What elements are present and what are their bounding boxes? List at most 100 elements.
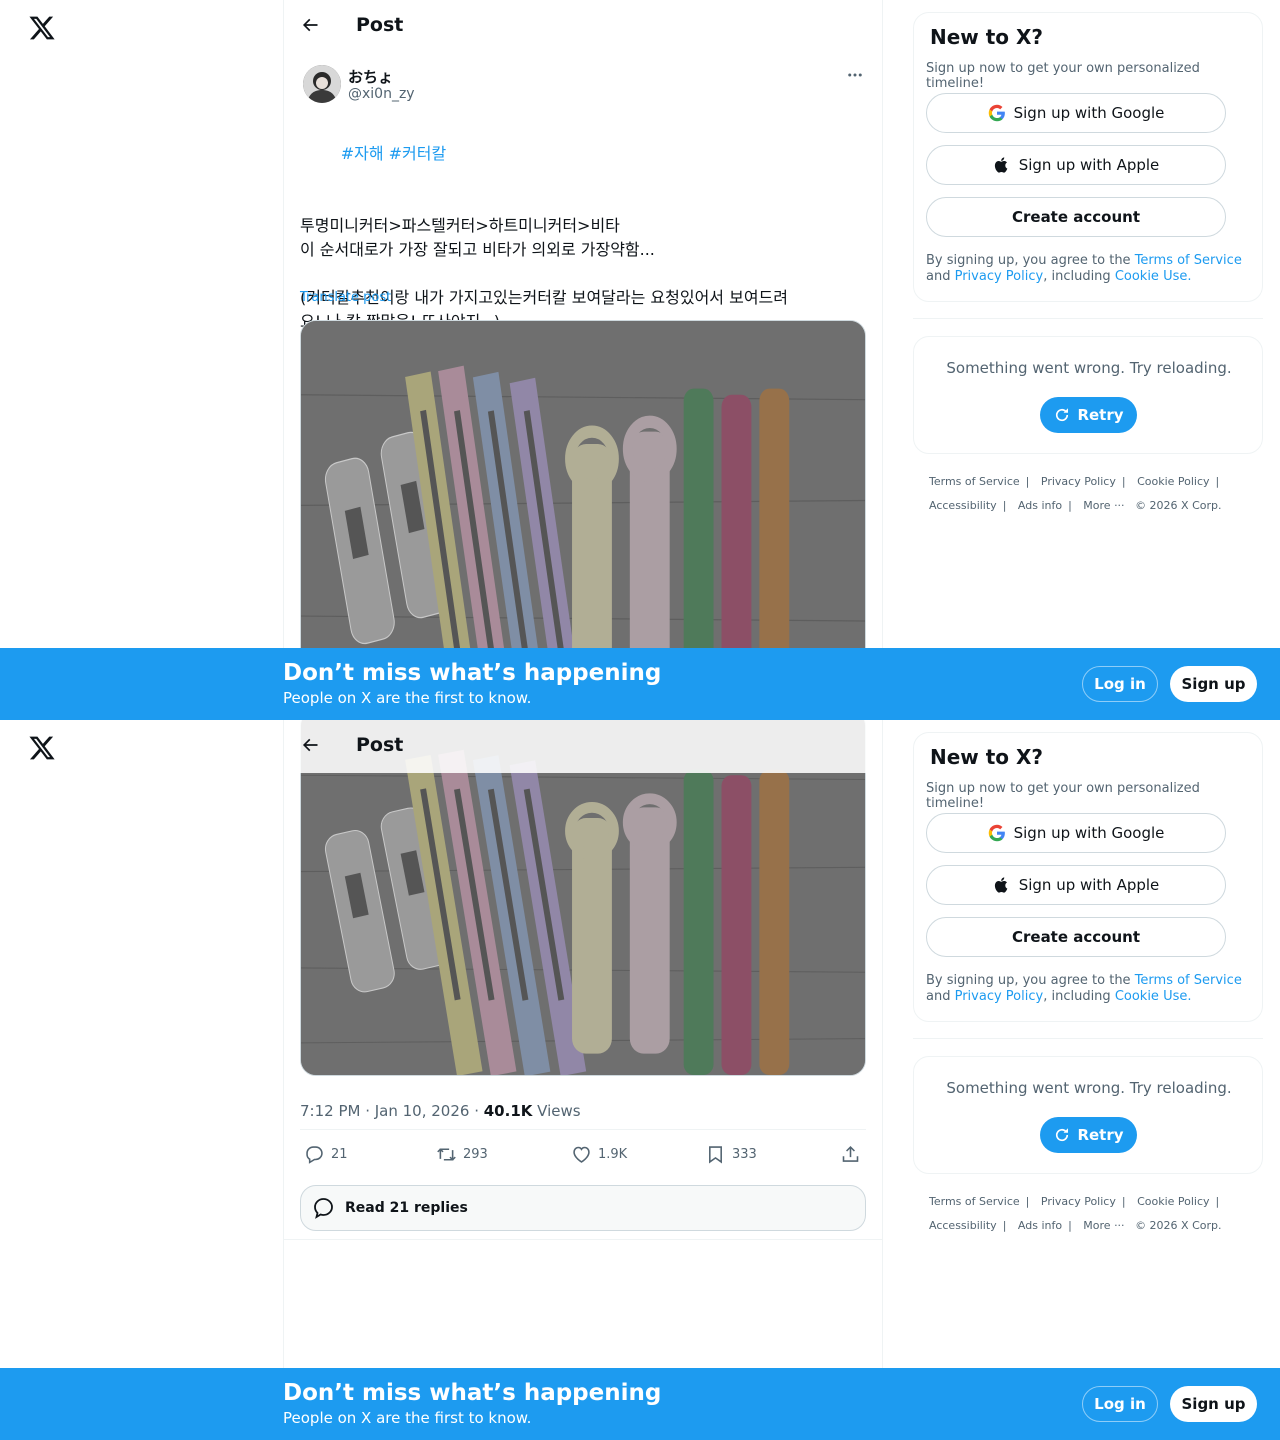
create-account-button[interactable]: Create account xyxy=(926,197,1226,237)
share-icon xyxy=(842,1145,859,1162)
error-card: Something went wrong. Try reloading. Ret… xyxy=(913,1056,1263,1174)
error-message: Something went wrong. Try reloading. xyxy=(946,1079,1232,1097)
bookmark-count: 333 xyxy=(732,1146,757,1162)
footer-privacy[interactable]: Privacy Policy xyxy=(1041,1195,1116,1208)
primary-column: Post 7:12 PM · Jan 10, 2026 · 40.1K View… xyxy=(283,720,883,1440)
bookmark-button[interactable]: 333 xyxy=(705,1140,757,1168)
banner-subtitle: People on X are the first to know. xyxy=(283,689,532,707)
footer-nav: Terms of Service | Privacy Policy | Cookie… xyxy=(929,1195,1222,1232)
legal-and: and xyxy=(926,989,955,1004)
back-arrow-icon[interactable] xyxy=(300,15,322,37)
footer-more[interactable]: More ··· xyxy=(1083,1219,1124,1232)
divider xyxy=(300,1129,866,1130)
apple-icon xyxy=(994,157,1008,173)
x-logo-icon[interactable] xyxy=(28,14,56,42)
login-button[interactable]: Log in xyxy=(1082,1386,1158,1422)
repost-count: 293 xyxy=(463,1146,488,1162)
author-handle[interactable]: @xi0n_zy xyxy=(348,86,415,102)
page-title: Post xyxy=(356,14,404,36)
reply-button[interactable]: 21 xyxy=(304,1140,348,1168)
viewport-bottom: Post 7:12 PM · Jan 10, 2026 · 40.1K View… xyxy=(0,720,1280,1440)
x-logo-icon[interactable] xyxy=(28,734,56,762)
footer-more[interactable]: More ··· xyxy=(1083,499,1124,512)
signup-apple-button[interactable]: Sign up with Apple xyxy=(926,145,1226,185)
terms-link[interactable]: Terms of Service xyxy=(1135,973,1242,988)
footer-accessibility[interactable]: Accessibility xyxy=(929,1219,997,1232)
terms-link[interactable]: Terms of Service xyxy=(1135,253,1242,268)
google-icon xyxy=(988,104,1005,122)
divider xyxy=(284,1239,882,1240)
privacy-link[interactable]: Privacy Policy xyxy=(955,989,1044,1004)
retry-button[interactable]: Retry xyxy=(1040,397,1137,433)
footer-terms[interactable]: Terms of Service xyxy=(929,475,1020,488)
retry-icon xyxy=(1056,1128,1069,1142)
login-button[interactable]: Log in xyxy=(1082,666,1158,702)
hashtag-link[interactable]: #자해 xyxy=(341,144,384,163)
legal-including: , including xyxy=(1043,989,1115,1004)
like-button[interactable]: 1.9K xyxy=(571,1140,627,1168)
new-to-x-subtitle: Sign up now to get your own personalized… xyxy=(926,781,1200,811)
post-meta: 7:12 PM · Jan 10, 2026 · 40.1K Views xyxy=(300,1102,581,1120)
footer-copyright: © 2026 X Corp. xyxy=(1135,1219,1222,1232)
post-line: 투명미니커터>파스텔커터>하트미니커터>비타 xyxy=(300,216,620,235)
banner-title: Don’t miss what’s happening xyxy=(283,1380,662,1406)
cookie-link[interactable]: Cookie Use. xyxy=(1115,989,1192,1004)
back-arrow-icon[interactable] xyxy=(300,735,322,757)
read-replies-label: Read 21 replies xyxy=(345,1200,468,1216)
views-count: 40.1K xyxy=(483,1102,533,1120)
footer-accessibility[interactable]: Accessibility xyxy=(929,499,997,512)
reply-count: 21 xyxy=(331,1146,348,1162)
signup-button[interactable]: Sign up xyxy=(1170,1386,1257,1422)
create-account-button[interactable]: Create account xyxy=(926,917,1226,957)
signup-apple-button[interactable]: Sign up with Apple xyxy=(926,865,1226,905)
post-timestamp[interactable]: 7:12 PM · Jan 10, 2026 · xyxy=(300,1102,484,1120)
post-header: Post xyxy=(284,0,882,53)
footer-privacy[interactable]: Privacy Policy xyxy=(1041,475,1116,488)
privacy-link[interactable]: Privacy Policy xyxy=(955,269,1044,284)
legal-and: and xyxy=(926,269,955,284)
post-line: 이 순서대로가 가장 잘되고 비타가 의외로 가장약함... xyxy=(300,240,655,259)
post-author: おちょ @xi0n_zy xyxy=(300,64,866,108)
cookie-link[interactable]: Cookie Use. xyxy=(1115,269,1192,284)
error-card: Something went wrong. Try reloading. Ret… xyxy=(913,336,1263,454)
new-to-x-card: New to X? Sign up now to get your own pe… xyxy=(913,732,1263,1022)
sidebar: New to X? Sign up now to get your own pe… xyxy=(913,0,1263,720)
retry-button[interactable]: Retry xyxy=(1040,1117,1137,1153)
footer-cookie[interactable]: Cookie Policy xyxy=(1137,1195,1209,1208)
signup-apple-label: Sign up with Apple xyxy=(1018,876,1160,894)
share-button[interactable] xyxy=(840,1140,861,1168)
legal-prefix: By signing up, you agree to the xyxy=(926,973,1135,988)
legal-text: By signing up, you agree to the Terms of… xyxy=(926,253,1252,285)
hashtag-link[interactable]: #커터칼 xyxy=(389,144,447,163)
more-icon[interactable] xyxy=(846,66,866,86)
signup-google-label: Sign up with Google xyxy=(1013,824,1165,842)
footer-cookie[interactable]: Cookie Policy xyxy=(1137,475,1209,488)
apple-icon xyxy=(994,877,1008,893)
post-actions: 21 293 1.9K 333 xyxy=(300,1140,866,1168)
signup-google-button[interactable]: Sign up with Google xyxy=(926,813,1226,853)
author-name[interactable]: おちょ xyxy=(348,66,393,87)
avatar[interactable] xyxy=(303,65,341,103)
footer-ads[interactable]: Ads info xyxy=(1018,499,1062,512)
like-icon xyxy=(573,1146,590,1163)
footer-ads[interactable]: Ads info xyxy=(1018,1219,1062,1232)
viewport-top: Post おちょ @xi0n_zy #자해 #커터칼 투명미니커터>파스텔커터>… xyxy=(0,0,1280,720)
repost-icon xyxy=(437,1147,456,1161)
footer-terms[interactable]: Terms of Service xyxy=(929,1195,1020,1208)
error-message: Something went wrong. Try reloading. xyxy=(946,359,1232,377)
footer-nav: Terms of Service | Privacy Policy | Cookie… xyxy=(929,475,1222,512)
signup-button[interactable]: Sign up xyxy=(1170,666,1257,702)
new-to-x-title: New to X? xyxy=(930,745,1044,769)
retry-label: Retry xyxy=(1077,406,1124,424)
views-label: Views xyxy=(532,1102,581,1120)
signup-apple-label: Sign up with Apple xyxy=(1018,156,1160,174)
post-header: Post xyxy=(284,720,882,773)
like-count: 1.9K xyxy=(598,1146,628,1162)
signup-google-button[interactable]: Sign up with Google xyxy=(926,93,1226,133)
post-line-empty xyxy=(300,190,866,214)
translate-post-link[interactable]: Translate post xyxy=(300,290,391,305)
divider xyxy=(913,318,1263,319)
repost-button[interactable]: 293 xyxy=(436,1140,488,1168)
read-replies-button[interactable]: Read 21 replies xyxy=(300,1185,866,1231)
post-image[interactable] xyxy=(300,720,866,1076)
